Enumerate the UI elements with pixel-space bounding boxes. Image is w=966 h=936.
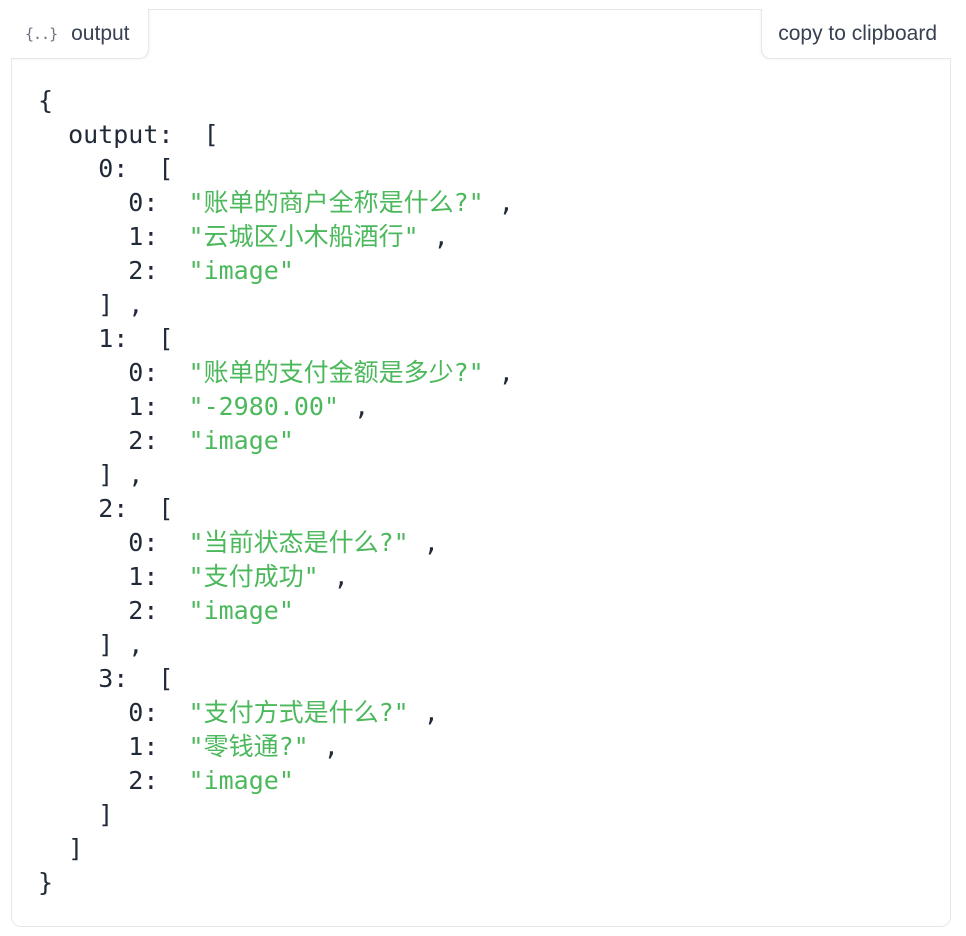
json-line: { (38, 84, 514, 118)
array-index: 3 (38, 664, 114, 693)
comma: , (308, 732, 339, 761)
array-index: 0 (38, 154, 114, 183)
array-index: 2 (38, 494, 114, 523)
json-line: ] , (38, 288, 514, 322)
json-line: 0: "账单的商户全称是什么?" , (38, 186, 514, 220)
json-line: 2: "image" (38, 594, 514, 628)
json-line: 2: "image" (38, 424, 514, 458)
colon: : (143, 766, 189, 795)
comma: , (408, 528, 439, 557)
colon: : [ (113, 494, 174, 523)
string-value: "image" (188, 766, 294, 795)
json-line: 0: "账单的支付金额是多少?" , (38, 356, 514, 390)
colon: : (143, 732, 189, 761)
colon: : (143, 358, 189, 387)
string-value: "当前状态是什么?" (188, 528, 409, 557)
colon: : (143, 698, 189, 727)
colon: : (143, 392, 189, 421)
json-line: ] (38, 832, 514, 866)
close-bracket: ] , (38, 460, 144, 489)
json-line: ] , (38, 458, 514, 492)
comma: , (483, 358, 514, 387)
string-value: "云城区小木船酒行" (188, 222, 419, 251)
json-line: 3: [ (38, 662, 514, 696)
colon: : [ (113, 324, 174, 353)
array-index: 1 (38, 732, 144, 761)
open-brace: { (38, 86, 54, 115)
string-value: "image" (188, 426, 294, 455)
json-viewer: { output: [ 0: [ 0: "账单的商户全称是什么?" , 1: "… (38, 84, 514, 900)
colon: : [ (158, 120, 219, 149)
close-bracket: ] (38, 800, 114, 829)
json-line: 2: [ (38, 492, 514, 526)
output-tab: {..} output (11, 9, 149, 59)
colon: : (143, 596, 189, 625)
copy-to-clipboard-button[interactable]: copy to clipboard (761, 9, 951, 59)
array-index: 1 (38, 222, 144, 251)
json-line: 0: [ (38, 152, 514, 186)
array-index: 0 (38, 698, 144, 727)
array-index: 2 (38, 766, 144, 795)
output-tab-label: output (71, 21, 130, 45)
root-key: output (38, 120, 159, 149)
colon: : (143, 256, 189, 285)
string-value: "image" (188, 256, 294, 285)
comma: , (408, 698, 439, 727)
string-value: "零钱通?" (188, 732, 309, 761)
array-index: 1 (38, 562, 144, 591)
string-value: "账单的商户全称是什么?" (188, 188, 484, 217)
comma: , (318, 562, 349, 591)
string-value: "账单的支付金额是多少?" (188, 358, 484, 387)
json-line: 1: "-2980.00" , (38, 390, 514, 424)
array-index: 1 (38, 324, 114, 353)
json-line: 1: "支付成功" , (38, 560, 514, 594)
string-value: "支付成功" (188, 562, 319, 591)
close-brace: } (38, 868, 54, 897)
colon: : [ (113, 664, 174, 693)
array-index: 0 (38, 188, 144, 217)
json-line: 0: "支付方式是什么?" , (38, 696, 514, 730)
colon: : (143, 528, 189, 557)
json-line: output: [ (38, 118, 514, 152)
string-value: "支付方式是什么?" (188, 698, 409, 727)
json-line: ] (38, 798, 514, 832)
string-value: "image" (188, 596, 294, 625)
array-index: 2 (38, 426, 144, 455)
json-line: 1: "云城区小木船酒行" , (38, 220, 514, 254)
close-bracket: ] , (38, 630, 144, 659)
json-line: } (38, 866, 514, 900)
array-index: 1 (38, 392, 144, 421)
json-line: 0: "当前状态是什么?" , (38, 526, 514, 560)
colon: : (143, 222, 189, 251)
comma: , (339, 392, 370, 421)
json-line: 1: "零钱通?" , (38, 730, 514, 764)
colon: : (143, 562, 189, 591)
braces-icon: {..} (25, 24, 58, 43)
comma: , (418, 222, 449, 251)
array-index: 0 (38, 358, 144, 387)
colon: : [ (113, 154, 174, 183)
json-line: 2: "image" (38, 764, 514, 798)
array-index: 0 (38, 528, 144, 557)
close-bracket: ] , (38, 290, 144, 319)
array-index: 2 (38, 596, 144, 625)
string-value: "-2980.00" (188, 392, 340, 421)
json-line: 1: [ (38, 322, 514, 356)
close-bracket: ] (38, 834, 84, 863)
json-line: 2: "image" (38, 254, 514, 288)
json-line: ] , (38, 628, 514, 662)
colon: : (143, 188, 189, 217)
array-index: 2 (38, 256, 144, 285)
colon: : (143, 426, 189, 455)
comma: , (483, 188, 514, 217)
